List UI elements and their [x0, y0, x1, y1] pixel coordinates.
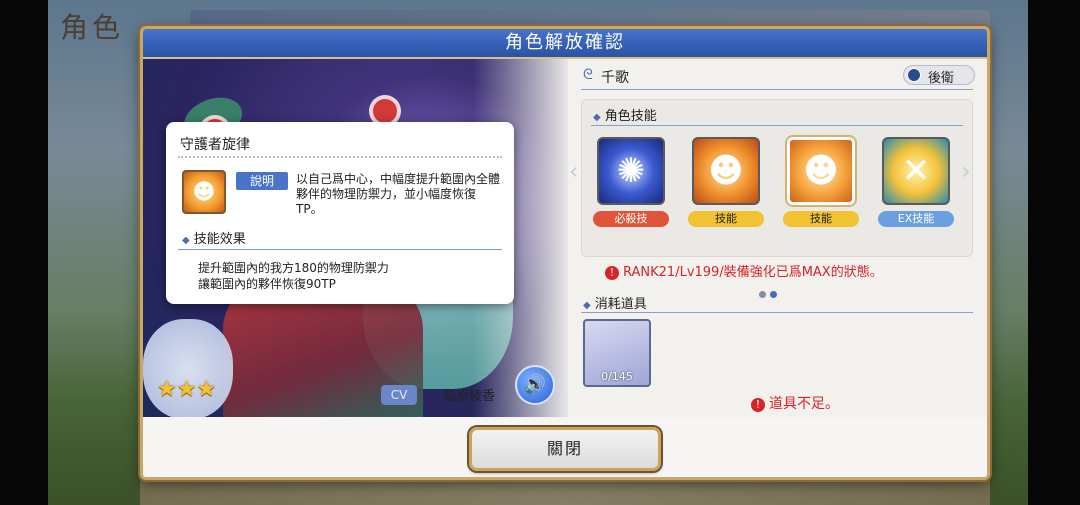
- flower-decoration: [373, 99, 397, 123]
- skill-effects: 提升範圍內的我方180的物理防禦力 讓範圍內的夥伴恢復90TP: [198, 260, 389, 292]
- skill-tag: 技能: [783, 211, 859, 227]
- chevron-right-icon[interactable]: ›: [961, 157, 971, 185]
- diamond-icon: ◆: [182, 235, 190, 246]
- insufficient-items-warning: ! 道具不足。: [751, 393, 839, 413]
- skill-tag: EX技能: [878, 211, 954, 227]
- skill-card-2-selected[interactable]: ☻ 技能: [779, 137, 863, 237]
- star-icon: ★: [157, 377, 177, 402]
- memory-piece-item[interactable]: 0/145: [583, 319, 651, 387]
- character-name-row: ᘓ 千歌 後衛: [581, 65, 975, 89]
- skills-divider: [591, 125, 963, 126]
- page-dot-active[interactable]: [770, 291, 777, 298]
- star-icon: ★: [196, 377, 217, 402]
- effect-header: ◆ 技能效果: [182, 228, 246, 247]
- effect-line-1: 提升範圍內的我方180的物理防禦力: [198, 261, 389, 275]
- diamond-icon: ◆: [583, 300, 591, 311]
- character-name: 千歌: [601, 70, 629, 86]
- cv-badge: CV: [381, 385, 417, 405]
- effect-divider: [178, 249, 502, 250]
- skills-label-text: 角色技能: [604, 109, 657, 124]
- consumables-section-label: ◆ 消耗道具: [583, 293, 647, 312]
- skill-card-1[interactable]: ☻ 技能: [684, 137, 768, 237]
- skill-name: 守護者旋律: [180, 137, 250, 153]
- rank-warning-text: RANK21/Lv199/裝備強化已爲MAX的狀態。: [623, 265, 883, 280]
- skill-card-ultimate[interactable]: ✺ 必殺技: [589, 137, 673, 237]
- chevron-left-icon[interactable]: ‹: [569, 157, 579, 185]
- insufficient-text: 道具不足。: [769, 396, 839, 412]
- rarity-stars: ★★★: [157, 377, 216, 402]
- dialog-title: 角色解放確認: [505, 32, 625, 53]
- alert-icon: !: [605, 266, 619, 280]
- role-label: 後衛: [928, 71, 955, 86]
- role-badge: 後衛: [903, 65, 975, 86]
- diamond-icon: ◆: [593, 112, 601, 123]
- skill-tag: 必殺技: [593, 211, 669, 227]
- crossed-swords-icon: ✕: [882, 137, 950, 205]
- skill-tag: 技能: [688, 211, 764, 227]
- tooltip-divider: [178, 156, 502, 158]
- name-divider: [581, 89, 973, 90]
- fire-shield-icon: ☻: [787, 137, 855, 205]
- skill-description: 以自己爲中心，中幅度提升範圍內全體夥伴的物理防禦力，並小幅度恢復TP。: [296, 172, 501, 216]
- close-button[interactable]: 關閉: [469, 427, 661, 471]
- character-symbol-icon: ᘓ: [583, 67, 593, 83]
- description-tag: 說明: [236, 172, 288, 190]
- item-count: 0/145: [601, 370, 633, 383]
- close-label: 關閉: [546, 439, 583, 458]
- star-icon: ★: [176, 377, 197, 402]
- effect-label: 技能效果: [193, 232, 246, 247]
- skill-tooltip: 守護者旋律 ☻ 說明 以自己爲中心，中幅度提升範圍內全體夥伴的物理防禦力，並小幅…: [166, 122, 514, 304]
- fire-shield-icon: ☻: [692, 137, 760, 205]
- vortex-icon: ✺: [597, 137, 665, 205]
- fire-shield-icon: ☻: [182, 170, 226, 214]
- play-voice-button[interactable]: 🔊: [515, 365, 555, 405]
- voice-actor-name: 福原綾香: [443, 389, 496, 404]
- alert-icon: !: [751, 398, 765, 412]
- ghost-companion: [143, 319, 233, 417]
- skill-card-ex[interactable]: ✕ EX技能: [874, 137, 958, 237]
- rank-warning: ! RANK21/Lv199/裝備強化已爲MAX的狀態。: [605, 261, 883, 280]
- effect-line-2: 讓範圍內的夥伴恢復90TP: [198, 277, 336, 291]
- pagination-dots: [759, 283, 781, 302]
- page-dot[interactable]: [759, 291, 766, 298]
- role-icon: [907, 68, 921, 82]
- consumables-label-text: 消耗道具: [594, 297, 647, 312]
- skills-section-label: ◆ 角色技能: [593, 105, 657, 124]
- speaker-icon: 🔊: [523, 374, 547, 395]
- consumables-divider: [581, 312, 973, 313]
